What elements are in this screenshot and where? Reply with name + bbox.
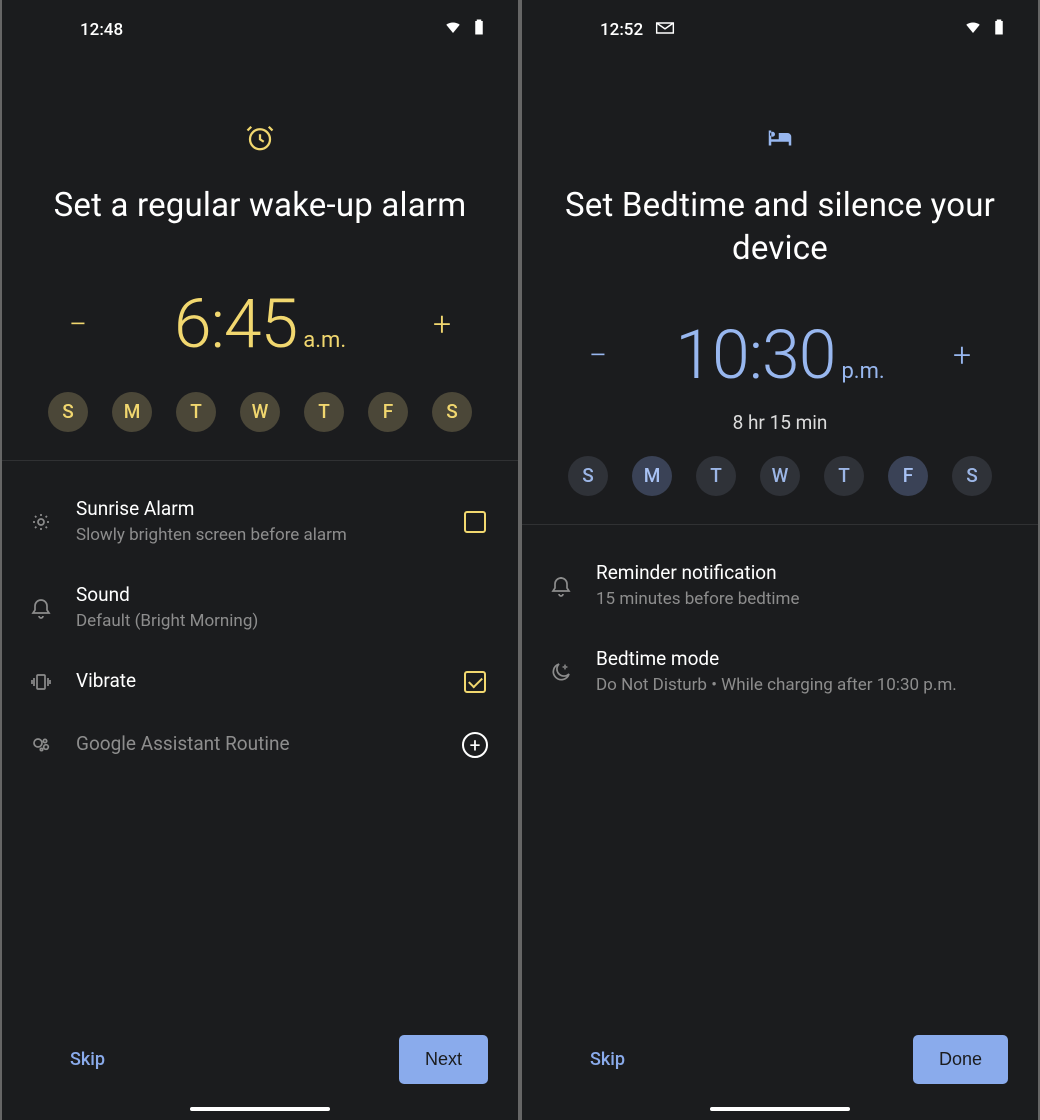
status-time: 12:48 — [80, 20, 123, 40]
time-decrease-button[interactable]: − — [58, 305, 98, 343]
day-chip-tue[interactable]: T — [696, 456, 736, 496]
settings-list: Reminder notification 15 minutes before … — [522, 525, 1038, 715]
time-ampm: p.m. — [841, 359, 884, 384]
day-chip-sat[interactable]: S — [432, 392, 472, 432]
vibrate-row[interactable]: Vibrate — [24, 651, 492, 714]
day-chip-tue[interactable]: T — [176, 392, 216, 432]
sleep-duration: 8 hr 15 min — [522, 411, 1038, 434]
routine-title: Google Assistant Routine — [76, 732, 440, 755]
next-button[interactable]: Next — [399, 1035, 488, 1084]
moon-icon — [544, 660, 578, 684]
day-selector: S M T W T F S — [522, 434, 1038, 524]
vibrate-checkbox[interactable] — [458, 671, 492, 693]
time-ampm: a.m. — [303, 328, 346, 353]
skip-button[interactable]: Skip — [590, 1049, 625, 1070]
bed-icon — [552, 123, 1008, 157]
routine-row[interactable]: Google Assistant Routine + — [24, 714, 492, 777]
day-chip-mon[interactable]: M — [632, 456, 672, 496]
bedtime-mode-row[interactable]: Bedtime mode Do Not Disturb • While char… — [544, 629, 1012, 715]
battery-icon — [990, 18, 1008, 41]
gmail-icon — [655, 20, 675, 40]
day-chip-fri[interactable]: F — [888, 456, 928, 496]
page-title: Set Bedtime and silence your device — [552, 185, 1008, 271]
header: Set Bedtime and silence your device — [522, 51, 1038, 281]
nav-handle[interactable] — [710, 1107, 850, 1111]
sunrise-title: Sunrise Alarm — [76, 497, 440, 520]
bedtime-title: Bedtime mode — [596, 647, 1012, 670]
time-increase-button[interactable]: + — [942, 336, 982, 374]
wifi-icon — [444, 18, 462, 41]
sound-row[interactable]: Sound Default (Bright Morning) — [24, 565, 492, 651]
done-button[interactable]: Done — [913, 1035, 1008, 1084]
settings-list: Sunrise Alarm Slowly brighten screen bef… — [2, 461, 518, 777]
day-chip-sun[interactable]: S — [48, 392, 88, 432]
sunrise-alarm-row[interactable]: Sunrise Alarm Slowly brighten screen bef… — [24, 479, 492, 565]
time-display[interactable]: 6:45a.m. — [174, 284, 346, 364]
sunrise-checkbox[interactable] — [458, 511, 492, 533]
alarm-clock-icon — [32, 123, 488, 157]
bell-icon — [24, 596, 58, 620]
day-chip-thu[interactable]: T — [304, 392, 344, 432]
day-chip-sun[interactable]: S — [568, 456, 608, 496]
reminder-title: Reminder notification — [596, 561, 1012, 584]
sound-title: Sound — [76, 583, 492, 606]
day-chip-wed[interactable]: W — [760, 456, 800, 496]
day-chip-wed[interactable]: W — [240, 392, 280, 432]
page-title: Set a regular wake-up alarm — [32, 185, 488, 228]
assistant-icon — [24, 733, 58, 757]
time-picker: − 6:45a.m. + — [2, 238, 518, 364]
status-bar: 12:48 — [2, 0, 518, 51]
reminder-sub: 15 minutes before bedtime — [596, 588, 1012, 611]
skip-button[interactable]: Skip — [70, 1049, 105, 1070]
battery-icon — [470, 18, 488, 41]
day-chip-fri[interactable]: F — [368, 392, 408, 432]
sunrise-icon — [24, 510, 58, 534]
vibrate-title: Vibrate — [76, 669, 440, 692]
time-decrease-button[interactable]: − — [578, 336, 618, 374]
time-picker: − 10:30p.m. + — [522, 281, 1038, 395]
status-time: 12:52 — [600, 20, 643, 40]
reminder-bell-icon — [544, 574, 578, 598]
header: Set a regular wake-up alarm — [2, 51, 518, 238]
time-display[interactable]: 10:30p.m. — [675, 315, 884, 395]
day-chip-thu[interactable]: T — [824, 456, 864, 496]
vibrate-icon — [24, 670, 58, 694]
time-value: 10:30 — [675, 315, 835, 395]
bedtime-sub: Do Not Disturb • While charging after 10… — [596, 674, 1012, 697]
routine-add-button[interactable]: + — [458, 732, 492, 758]
day-chip-mon[interactable]: M — [112, 392, 152, 432]
wifi-icon — [964, 18, 982, 41]
nav-handle[interactable] — [190, 1107, 330, 1111]
day-chip-sat[interactable]: S — [952, 456, 992, 496]
time-value: 6:45 — [174, 284, 297, 364]
sunrise-sub: Slowly brighten screen before alarm — [76, 524, 440, 547]
status-bar: 12:52 — [522, 0, 1038, 51]
bedtime-setup-screen: 12:52 Set Bedtime and silence your devic… — [520, 0, 1040, 1120]
sound-sub: Default (Bright Morning) — [76, 610, 492, 633]
wakeup-setup-screen: 12:48 Set a regular wake-up alarm − 6:45… — [0, 0, 520, 1120]
day-selector: S M T W T F S — [2, 364, 518, 460]
time-increase-button[interactable]: + — [422, 305, 462, 343]
reminder-row[interactable]: Reminder notification 15 minutes before … — [544, 543, 1012, 629]
